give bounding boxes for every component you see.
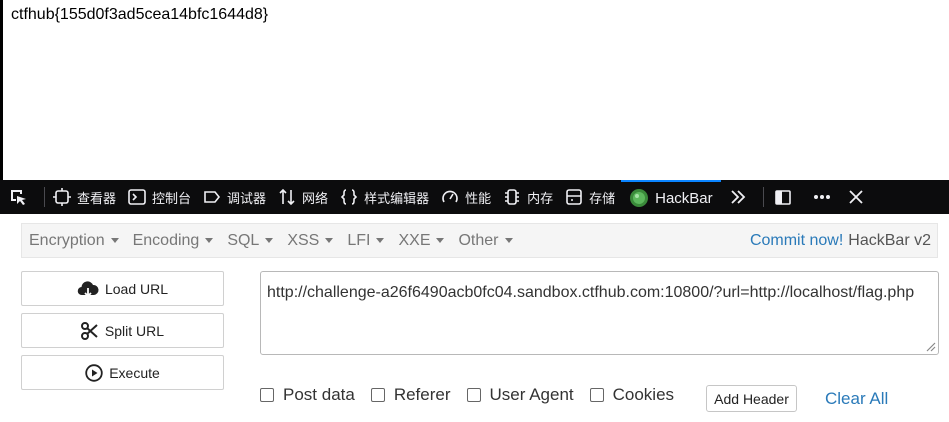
menu-xxe[interactable]: XXE <box>391 232 451 250</box>
tab-label: HackBar <box>655 189 713 207</box>
caret-down-icon <box>205 238 214 243</box>
chevrons-right-icon <box>731 190 745 204</box>
tab-debugger[interactable]: 调试器 <box>197 180 272 214</box>
tab-storage[interactable]: 存储 <box>559 180 621 214</box>
tab-label: 样式编辑器 <box>364 191 430 207</box>
inspector-icon <box>53 188 71 206</box>
referer-option[interactable]: Referer <box>370 385 451 405</box>
element-picker-icon <box>11 190 26 205</box>
devtools-toolbar: 查看器 控制台 调试器 网络 样式编辑器 性能 内存 存储 HackBar <box>0 180 949 214</box>
menu-encoding[interactable]: Encoding <box>126 232 221 250</box>
post-data-checkbox[interactable] <box>260 388 274 402</box>
tab-inspector[interactable]: 查看器 <box>47 180 122 214</box>
url-textarea[interactable]: http://challenge-a26f6490acb0fc04.sandbo… <box>260 271 939 355</box>
menu-xss[interactable]: XSS <box>280 232 340 250</box>
menu-other[interactable]: Other <box>451 232 519 250</box>
console-icon <box>128 189 146 205</box>
cookies-checkbox[interactable] <box>589 388 604 402</box>
cookies-option[interactable]: Cookies <box>589 385 675 405</box>
tab-label: 网络 <box>302 191 329 207</box>
dock-side-icon <box>774 190 791 205</box>
memory-icon <box>505 189 520 205</box>
tab-label: 性能 <box>465 191 492 207</box>
split-url-button[interactable]: Split URL <box>21 313 224 348</box>
tab-hackbar[interactable]: HackBar <box>621 180 721 214</box>
clear-all-link[interactable]: Clear All <box>825 389 888 409</box>
network-icon <box>279 188 295 206</box>
caret-down-icon <box>504 238 513 243</box>
style-editor-icon <box>340 189 358 205</box>
tab-memory[interactable]: 内存 <box>497 180 559 214</box>
page-edge <box>0 0 3 180</box>
tab-performance[interactable]: 性能 <box>435 180 497 214</box>
option-label: User Agent <box>489 385 574 404</box>
option-label: Referer <box>393 385 451 404</box>
debugger-icon <box>204 191 221 203</box>
ellipsis-icon <box>813 195 830 199</box>
menu-label: XSS <box>287 231 320 249</box>
element-picker-button[interactable] <box>0 180 42 214</box>
execute-button[interactable]: Execute <box>21 355 224 390</box>
tab-style-editor[interactable]: 样式编辑器 <box>334 180 435 214</box>
menu-label: SQL <box>227 231 260 249</box>
cloud-download-icon <box>77 280 99 297</box>
close-icon <box>849 190 863 204</box>
add-header-button[interactable]: Add Header <box>706 385 797 412</box>
commit-now-link[interactable]: Commit now! <box>750 232 843 249</box>
hackbar-menubar: Encryption Encoding SQL XSS LFI XXE Othe… <box>21 223 938 258</box>
caret-down-icon <box>436 238 445 243</box>
caret-down-icon <box>325 238 334 243</box>
toolbar-separator <box>44 187 45 207</box>
menu-label: LFI <box>347 231 371 249</box>
menu-lfi[interactable]: LFI <box>340 232 391 250</box>
storage-icon <box>566 189 582 205</box>
menu-label: Encoding <box>132 231 200 249</box>
menu-sql[interactable]: SQL <box>220 232 280 250</box>
tab-label: 调试器 <box>227 191 267 207</box>
menu-label: Encryption <box>29 231 105 249</box>
toolbar-separator <box>762 187 764 207</box>
performance-icon <box>442 190 458 203</box>
load-url-button[interactable]: Load URL <box>21 271 224 306</box>
flag-text: ctfhub{155d0f3ad5cea14bfc1644d8} <box>11 6 269 23</box>
play-circle-icon <box>85 363 103 382</box>
user-agent-option[interactable]: User Agent <box>466 385 574 405</box>
more-tabs-button[interactable] <box>721 180 761 214</box>
tab-label: 内存 <box>527 191 554 207</box>
url-value: http://challenge-a26f6490acb0fc04.sandbo… <box>267 284 915 301</box>
tab-label: 存储 <box>589 191 616 207</box>
dock-toggle-button[interactable] <box>766 180 806 214</box>
tab-network[interactable]: 网络 <box>272 180 334 214</box>
hackbar-icon <box>630 189 649 207</box>
options-row: Post data Referer User Agent Cookies <box>260 385 690 405</box>
resize-grip-icon[interactable] <box>924 340 936 352</box>
user-agent-checkbox[interactable] <box>466 388 481 402</box>
button-label: Execute <box>109 364 160 381</box>
caret-down-icon <box>376 238 385 243</box>
button-label: Split URL <box>104 322 165 339</box>
post-data-option[interactable]: Post data <box>260 385 355 405</box>
referer-checkbox[interactable] <box>370 388 385 402</box>
tab-label: 控制台 <box>152 191 192 207</box>
button-label: Load URL <box>104 280 169 297</box>
caret-down-icon <box>110 238 119 243</box>
menu-label: XXE <box>398 231 431 249</box>
menu-encryption[interactable]: Encryption <box>22 232 126 250</box>
hackbar-version: HackBar v2 <box>848 232 931 249</box>
option-label: Cookies <box>612 385 675 404</box>
option-label: Post data <box>283 385 355 404</box>
caret-down-icon <box>265 238 274 243</box>
tab-label: 查看器 <box>77 191 117 207</box>
commit-area: Commit now! HackBar v2 <box>750 232 931 250</box>
close-devtools-button[interactable] <box>844 180 874 214</box>
devtools-panel: 查看器 控制台 调试器 网络 样式编辑器 性能 内存 存储 HackBar En… <box>0 180 949 422</box>
menu-label: Other <box>458 231 499 249</box>
options-menu-button[interactable] <box>806 180 844 214</box>
tab-console[interactable]: 控制台 <box>122 180 197 214</box>
scissors-icon <box>80 321 98 340</box>
